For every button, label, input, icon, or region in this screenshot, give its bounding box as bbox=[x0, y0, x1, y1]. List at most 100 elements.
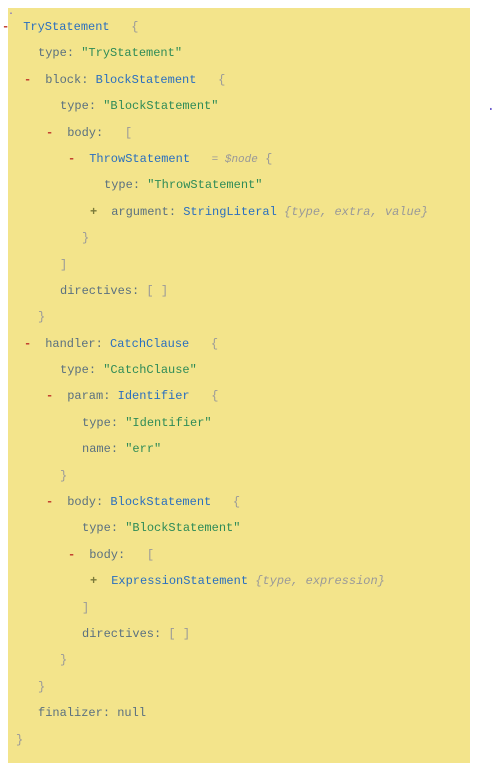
colon: : bbox=[103, 706, 110, 720]
collapsed-preview: {type, expression} bbox=[255, 574, 385, 588]
colon: : bbox=[111, 416, 118, 430]
node-try-statement[interactable]: - TryStatement { bbox=[16, 14, 462, 40]
close-brace: } bbox=[16, 727, 462, 753]
key-label: type bbox=[60, 363, 89, 377]
type-name: ThrowStatement bbox=[89, 152, 190, 166]
close-brace: } bbox=[60, 463, 462, 489]
collapse-icon[interactable]: - bbox=[68, 542, 78, 568]
collapse-icon[interactable]: - bbox=[24, 67, 34, 93]
collapse-icon[interactable]: - bbox=[46, 383, 56, 409]
colon: : bbox=[96, 126, 103, 140]
colon: : bbox=[96, 337, 103, 351]
open-bracket: [ bbox=[147, 548, 154, 562]
node-body[interactable]: - body: [ bbox=[60, 120, 462, 146]
empty-array: [ ] bbox=[168, 627, 190, 641]
key-label: directives bbox=[60, 284, 132, 298]
value-string: "Identifier" bbox=[125, 416, 211, 430]
node-handler[interactable]: - handler: CatchClause { bbox=[38, 331, 462, 357]
collapsed-preview: {type, extra, value} bbox=[284, 205, 428, 219]
prop-directives: directives: [ ] bbox=[60, 278, 462, 304]
open-brace: { bbox=[265, 152, 272, 166]
prop-type: type: "TryStatement" bbox=[38, 40, 462, 66]
node-body-inner[interactable]: - body: [ bbox=[82, 542, 462, 568]
prop-type: type: "Identifier" bbox=[82, 410, 462, 436]
key-label: type bbox=[104, 178, 133, 192]
collapse-icon[interactable]: - bbox=[46, 489, 56, 515]
close-brace: } bbox=[38, 304, 462, 330]
node-var: = $node bbox=[212, 154, 258, 166]
value-string: "TryStatement" bbox=[81, 46, 182, 60]
close-bracket: ] bbox=[60, 252, 462, 278]
key-label: argument bbox=[111, 205, 169, 219]
type-name: Identifier bbox=[118, 389, 190, 403]
empty-array: [ ] bbox=[146, 284, 168, 298]
key-label: type bbox=[82, 521, 111, 535]
colon: : bbox=[111, 442, 118, 456]
colon: : bbox=[81, 73, 88, 87]
type-name: ExpressionStatement bbox=[111, 574, 248, 588]
colon: : bbox=[132, 284, 139, 298]
key-label: directives bbox=[82, 627, 154, 641]
key-label: type bbox=[82, 416, 111, 430]
open-brace: { bbox=[211, 389, 218, 403]
value-string: "BlockStatement" bbox=[125, 521, 240, 535]
collapse-icon[interactable]: - bbox=[46, 120, 56, 146]
value-string: "BlockStatement" bbox=[103, 99, 218, 113]
collapse-icon[interactable]: - bbox=[24, 331, 34, 357]
node-param[interactable]: - param: Identifier { bbox=[60, 383, 462, 409]
prop-name: name: "err" bbox=[82, 436, 462, 462]
colon: : bbox=[67, 46, 74, 60]
key-label: type bbox=[60, 99, 89, 113]
colon: : bbox=[118, 548, 125, 562]
prop-type: type: "CatchClause" bbox=[60, 357, 462, 383]
key-label: param bbox=[67, 389, 103, 403]
colon: : bbox=[169, 205, 176, 219]
type-name: StringLiteral bbox=[183, 205, 277, 219]
colon: : bbox=[89, 363, 96, 377]
close-brace: } bbox=[60, 647, 462, 673]
node-throw-statement[interactable]: - ThrowStatement = $node { bbox=[82, 146, 462, 172]
colon: : bbox=[111, 521, 118, 535]
colon: : bbox=[133, 178, 140, 192]
prop-type: type: "BlockStatement" bbox=[82, 515, 462, 541]
decoration-dot-side: . bbox=[487, 100, 495, 114]
type-name: BlockStatement bbox=[96, 73, 197, 87]
prop-type: type: "BlockStatement" bbox=[60, 93, 462, 119]
type-name: CatchClause bbox=[110, 337, 189, 351]
colon: : bbox=[103, 389, 110, 403]
value-string: "CatchClause" bbox=[103, 363, 197, 377]
open-brace: { bbox=[211, 337, 218, 351]
type-name: TryStatement bbox=[23, 20, 109, 34]
colon: : bbox=[89, 99, 96, 113]
value-null: null bbox=[117, 706, 146, 720]
open-bracket: [ bbox=[125, 126, 132, 140]
key-label: handler bbox=[45, 337, 95, 351]
node-argument[interactable]: + argument: StringLiteral {type, extra, … bbox=[104, 199, 462, 225]
prop-finalizer: finalizer: null bbox=[38, 700, 462, 726]
close-bracket: ] bbox=[82, 595, 462, 621]
expand-icon[interactable]: + bbox=[90, 568, 100, 594]
key-label: type bbox=[38, 46, 67, 60]
key-label: block bbox=[45, 73, 81, 87]
node-expression-statement[interactable]: + ExpressionStatement {type, expression} bbox=[104, 568, 462, 594]
close-brace: } bbox=[38, 674, 462, 700]
open-brace: { bbox=[233, 495, 240, 509]
key-label: name bbox=[82, 442, 111, 456]
collapse-icon[interactable]: - bbox=[2, 14, 12, 40]
key-label: body bbox=[89, 548, 118, 562]
open-brace: { bbox=[218, 73, 225, 87]
type-name: BlockStatement bbox=[110, 495, 211, 509]
node-body[interactable]: - body: BlockStatement { bbox=[60, 489, 462, 515]
node-block[interactable]: - block: BlockStatement { bbox=[38, 67, 462, 93]
prop-type: type: "ThrowStatement" bbox=[104, 172, 462, 198]
expand-icon[interactable]: + bbox=[90, 199, 100, 225]
open-brace: { bbox=[131, 20, 138, 34]
ast-tree: - TryStatement { type: "TryStatement" - … bbox=[8, 8, 470, 763]
collapse-icon[interactable]: - bbox=[68, 146, 78, 172]
prop-directives: directives: [ ] bbox=[82, 621, 462, 647]
colon: : bbox=[96, 495, 103, 509]
key-label: body bbox=[67, 495, 96, 509]
colon: : bbox=[154, 627, 161, 641]
value-string: "ThrowStatement" bbox=[147, 178, 262, 192]
close-brace: } bbox=[82, 225, 462, 251]
